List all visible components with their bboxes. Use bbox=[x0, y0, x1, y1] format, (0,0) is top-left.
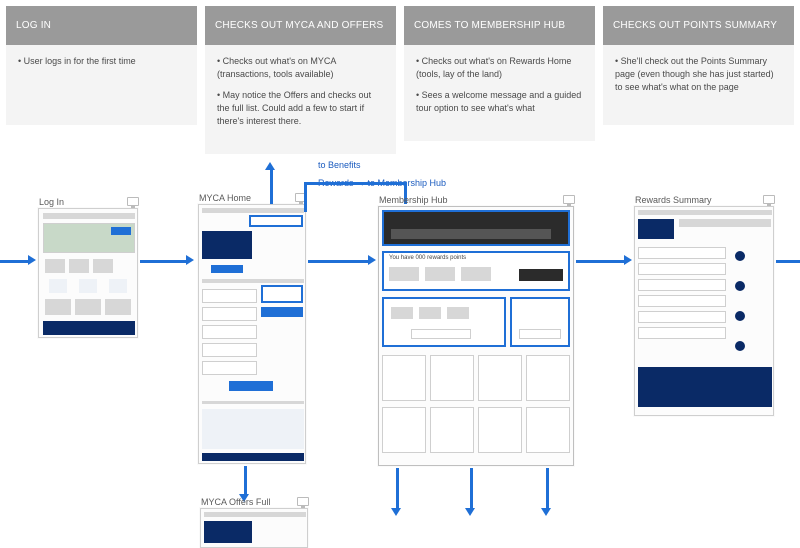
step-header: CHECKS OUT POINTS SUMMARY bbox=[603, 6, 794, 45]
screen-title: Rewards Summary bbox=[635, 195, 712, 205]
step-body: User logs in for the first time bbox=[6, 45, 197, 125]
arrow-head bbox=[265, 162, 275, 170]
screen-membership-hub[interactable]: Membership Hub You have 000 rewards poin… bbox=[378, 206, 574, 466]
arrow-head bbox=[541, 508, 551, 516]
arrow-entry bbox=[0, 260, 28, 263]
monitor-icon bbox=[297, 497, 309, 506]
step-bullet: Checks out what's on Rewards Home (tools… bbox=[416, 55, 583, 81]
journey-steps-row: LOG IN User logs in for the first time C… bbox=[0, 0, 800, 160]
step-login: LOG IN User logs in for the first time bbox=[6, 6, 197, 154]
screen-title: MYCA Offers Full bbox=[201, 497, 270, 507]
screen-rewards-summary[interactable]: Rewards Summary bbox=[634, 206, 774, 416]
monitor-icon bbox=[563, 195, 575, 204]
points-line: You have 000 rewards points bbox=[389, 255, 466, 261]
screen-title: Log In bbox=[39, 197, 64, 207]
arrow-hub-to-summary bbox=[576, 260, 624, 263]
monitor-icon bbox=[127, 197, 139, 206]
arrow-myca-to-hub bbox=[308, 260, 368, 263]
step-bullet: Sees a welcome message and a guided tour… bbox=[416, 89, 583, 115]
step-header: CHECKS OUT MYCA AND OFFERS bbox=[205, 6, 396, 45]
screen-title: MYCA Home bbox=[199, 193, 251, 203]
screen-title: Membership Hub bbox=[379, 195, 448, 205]
arrow-myca-to-offers bbox=[244, 466, 247, 494]
step-body: Checks out what's on MYCA (transactions,… bbox=[205, 45, 396, 154]
flow-diagram: to Benefits Rewards → to Membership Hub … bbox=[0, 148, 800, 520]
step-bullet: May notice the Offers and checks out the… bbox=[217, 89, 384, 128]
step-bullet: User logs in for the first time bbox=[18, 55, 185, 68]
step-body: Checks out what's on Rewards Home (tools… bbox=[404, 45, 595, 141]
arrow-hub-down-3 bbox=[546, 468, 549, 508]
arrow-login-to-myca bbox=[140, 260, 186, 263]
screen-myca-offers-full[interactable]: MYCA Offers Full bbox=[200, 508, 308, 548]
step-header: COMES TO MEMBERSHIP HUB bbox=[404, 6, 595, 45]
step-points-summary: CHECKS OUT POINTS SUMMARY She'll check o… bbox=[603, 6, 794, 154]
arrow-head bbox=[28, 255, 36, 265]
screen-login[interactable]: Log In bbox=[38, 208, 138, 338]
arrow-myca-up-benefits bbox=[270, 170, 273, 204]
arrow-head bbox=[465, 508, 475, 516]
arrow-head bbox=[368, 255, 376, 265]
step-header: LOG IN bbox=[6, 6, 197, 45]
monitor-icon bbox=[763, 195, 775, 204]
arrow-head bbox=[391, 508, 401, 516]
arrow-head bbox=[186, 255, 194, 265]
screen-myca-home[interactable]: MYCA Home bbox=[198, 204, 306, 464]
step-membership-hub: COMES TO MEMBERSHIP HUB Checks out what'… bbox=[404, 6, 595, 154]
connector-rewards-to-hub bbox=[304, 182, 404, 185]
arrow-hub-down-2 bbox=[470, 468, 473, 508]
arrow-hub-down-1 bbox=[396, 468, 399, 508]
step-bullet: Checks out what's on MYCA (transactions,… bbox=[217, 55, 384, 81]
arrow-summary-right bbox=[776, 260, 800, 263]
flow-label-to-benefits: to Benefits bbox=[318, 160, 361, 170]
step-myca: CHECKS OUT MYCA AND OFFERS Checks out wh… bbox=[205, 6, 396, 154]
connector-rewards-to-hub-v bbox=[304, 182, 307, 212]
step-bullet: She'll check out the Points Summary page… bbox=[615, 55, 782, 94]
arrow-head bbox=[624, 255, 632, 265]
step-body: She'll check out the Points Summary page… bbox=[603, 45, 794, 125]
